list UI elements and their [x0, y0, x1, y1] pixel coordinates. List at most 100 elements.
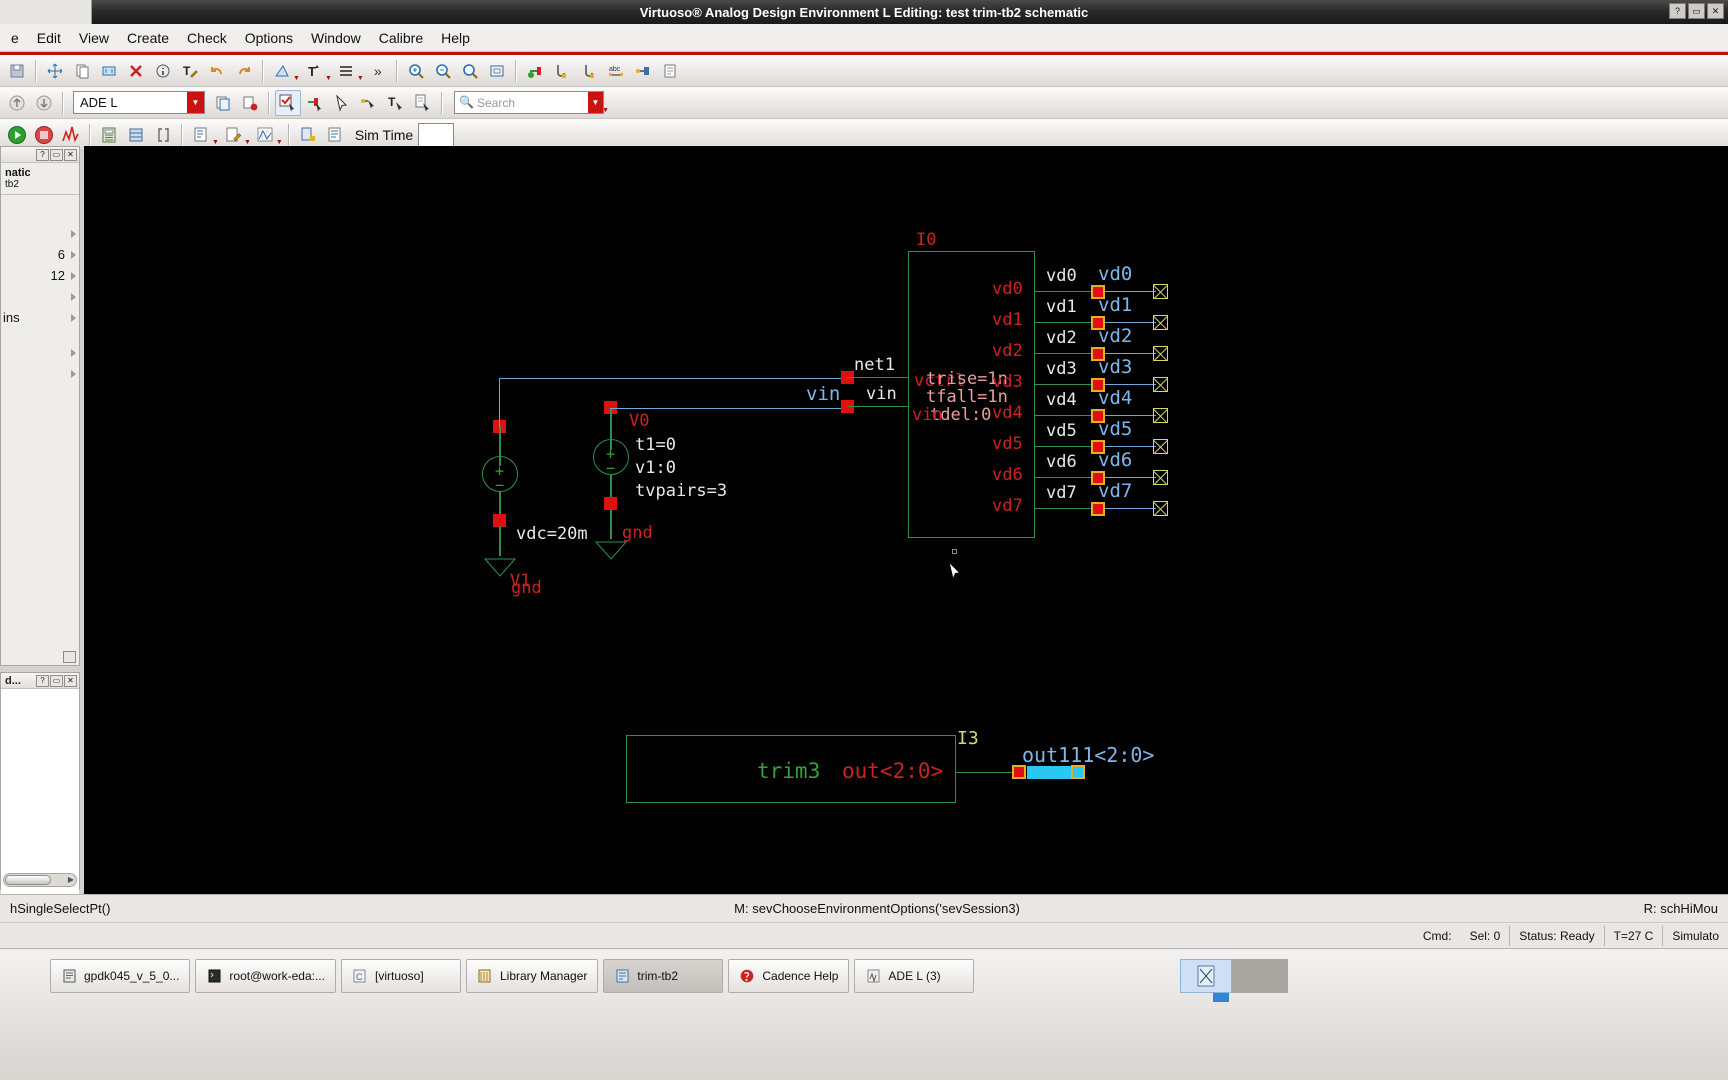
wire-segment[interactable]	[610, 509, 612, 539]
chevron-right-icon[interactable]	[71, 292, 76, 301]
copy-session-icon[interactable]	[210, 90, 236, 116]
stop-simulation-icon[interactable]	[31, 122, 57, 148]
deselect-icon[interactable]	[302, 90, 328, 116]
output-pin-terminal[interactable]	[1153, 377, 1168, 392]
pin-square-bordered[interactable]	[1071, 765, 1085, 779]
menu-file[interactable]: e	[2, 27, 28, 49]
wire-vd5[interactable]	[1035, 446, 1098, 447]
taskbar-item-library-manager[interactable]: Library Manager	[465, 959, 599, 993]
edit-text-icon[interactable]: T	[177, 58, 203, 84]
fit-window-icon[interactable]	[484, 58, 510, 84]
pin-probe-icon[interactable]	[630, 58, 656, 84]
text-select-icon[interactable]: T	[383, 90, 409, 116]
menubar[interactable]: e Edit View Create Check Options Window …	[0, 24, 1728, 52]
annotation-icon[interactable]	[322, 122, 348, 148]
selected-bus-highlight[interactable]	[1027, 766, 1072, 779]
sim-time-input[interactable]	[418, 122, 455, 147]
chevron-right-icon[interactable]	[71, 250, 76, 259]
navigator-row[interactable]	[1, 223, 79, 244]
search-input[interactable]: 🔍 Search ▼	[454, 91, 604, 114]
output-pin-terminal[interactable]	[1153, 284, 1168, 299]
wire-name-icon[interactable]	[576, 58, 602, 84]
delete-session-icon[interactable]	[237, 90, 263, 116]
zoom-out-icon[interactable]	[430, 58, 456, 84]
probe-select-icon[interactable]	[356, 90, 382, 116]
wire-out-vd4[interactable]	[1105, 415, 1156, 416]
delete-icon[interactable]	[123, 58, 149, 84]
chevron-down-icon[interactable]: ▼	[187, 92, 204, 113]
wire-net1-horizontal[interactable]	[499, 378, 847, 379]
wire-vd4[interactable]	[1035, 415, 1098, 416]
pin-square-bordered[interactable]	[1091, 502, 1105, 516]
create-instance-icon[interactable]	[269, 58, 295, 84]
window-controls[interactable]: ? ▭ ✕	[1669, 3, 1724, 19]
menu-calibre[interactable]: Calibre	[370, 27, 432, 49]
command-panel-float-button[interactable]: ▭	[50, 674, 63, 687]
command-panel-help-button[interactable]: ?	[36, 674, 49, 687]
ade-toolbar[interactable]: ADE L ▼ T 🔍 Search ▼ ▼	[0, 87, 1728, 119]
chevron-right-icon[interactable]	[71, 313, 76, 322]
navigator-row[interactable]	[1, 286, 79, 307]
output-pin-terminal[interactable]	[1153, 346, 1168, 361]
wire-out-bus[interactable]	[956, 772, 1016, 773]
menu-edit[interactable]: Edit	[28, 27, 70, 49]
main-toolbar[interactable]: T ▼ T ▼ ▼ » abc	[0, 55, 1728, 87]
create-label-icon[interactable]: T	[301, 58, 327, 84]
save-icon[interactable]	[4, 58, 30, 84]
taskbar-item-gpdk[interactable]: gpdk045_v_5_0...	[50, 959, 191, 993]
taskbar-items[interactable]: gpdk045_v_5_0... root@work-eda:... C [vi…	[50, 959, 1229, 1002]
menu-options[interactable]: Options	[236, 27, 302, 49]
redo-icon[interactable]	[231, 58, 257, 84]
wire-vd7[interactable]	[1035, 508, 1098, 509]
window-close-button[interactable]: ✕	[1707, 3, 1724, 19]
create-wire-icon[interactable]	[333, 58, 359, 84]
zoom-fit-icon[interactable]	[457, 58, 483, 84]
menu-view[interactable]: View	[70, 27, 118, 49]
scroll-right-icon[interactable]: ▶	[68, 875, 74, 884]
schematic-canvas[interactable]: + − V1 vdc=20m gnd + − V0 t1=0 v1:0 tvpa…	[84, 146, 1728, 894]
chevron-right-icon[interactable]	[71, 229, 76, 238]
ground-symbol[interactable]	[595, 541, 627, 561]
move-icon[interactable]	[42, 58, 68, 84]
system-tray[interactable]	[1180, 959, 1288, 993]
navigator-split-button[interactable]	[63, 651, 76, 663]
command-panel-close-button[interactable]: ✕	[64, 674, 77, 687]
navigator-row[interactable]: 12	[1, 265, 79, 286]
output-pin-terminal[interactable]	[1153, 501, 1168, 516]
results-select-icon[interactable]	[410, 90, 436, 116]
chevron-right-icon[interactable]	[71, 348, 76, 357]
scrollbar-thumb[interactable]	[5, 875, 51, 885]
output-pin-terminal[interactable]	[1153, 439, 1168, 454]
toolbar-overflow-icon[interactable]: »	[365, 58, 391, 84]
tray-window-icon[interactable]	[1180, 959, 1232, 993]
wire-vd2[interactable]	[1035, 353, 1098, 354]
wire-vd6[interactable]	[1035, 477, 1098, 478]
wire-net1-vertical[interactable]	[499, 378, 500, 426]
menu-help[interactable]: Help	[432, 27, 479, 49]
wire-out-vd0[interactable]	[1105, 291, 1156, 292]
window-maximize-button[interactable]: ▭	[1688, 3, 1705, 19]
wire-out-vd3[interactable]	[1105, 384, 1156, 385]
menu-window[interactable]: Window	[302, 27, 370, 49]
output-pin-terminal[interactable]	[1153, 408, 1168, 423]
navigator-row[interactable]	[1, 363, 79, 384]
wire-vd3[interactable]	[1035, 384, 1098, 385]
wire-out-vd7[interactable]	[1105, 508, 1156, 509]
netlist-icon[interactable]	[188, 122, 214, 148]
waveform-icon[interactable]	[252, 122, 278, 148]
select-all-icon[interactable]	[275, 89, 301, 116]
output-pin-terminal[interactable]	[1153, 470, 1168, 485]
wire-vd0[interactable]	[1035, 291, 1098, 292]
calculator-icon[interactable]	[96, 122, 122, 148]
edit-netlist-icon[interactable]	[220, 122, 246, 148]
command-panel-hscrollbar[interactable]: ▶	[3, 873, 77, 887]
wire-segment[interactable]	[847, 406, 909, 407]
taskbar-item-root-terminal[interactable]: root@work-eda:...	[195, 959, 336, 993]
chevron-down-icon[interactable]: ▼	[588, 92, 603, 113]
wire-out-vd6[interactable]	[1105, 477, 1156, 478]
navigator-row[interactable]: ins	[1, 307, 79, 328]
copy-icon[interactable]	[69, 58, 95, 84]
wire-out-vd5[interactable]	[1105, 446, 1156, 447]
back-icon[interactable]	[4, 90, 30, 116]
navigator-row[interactable]	[1, 342, 79, 363]
